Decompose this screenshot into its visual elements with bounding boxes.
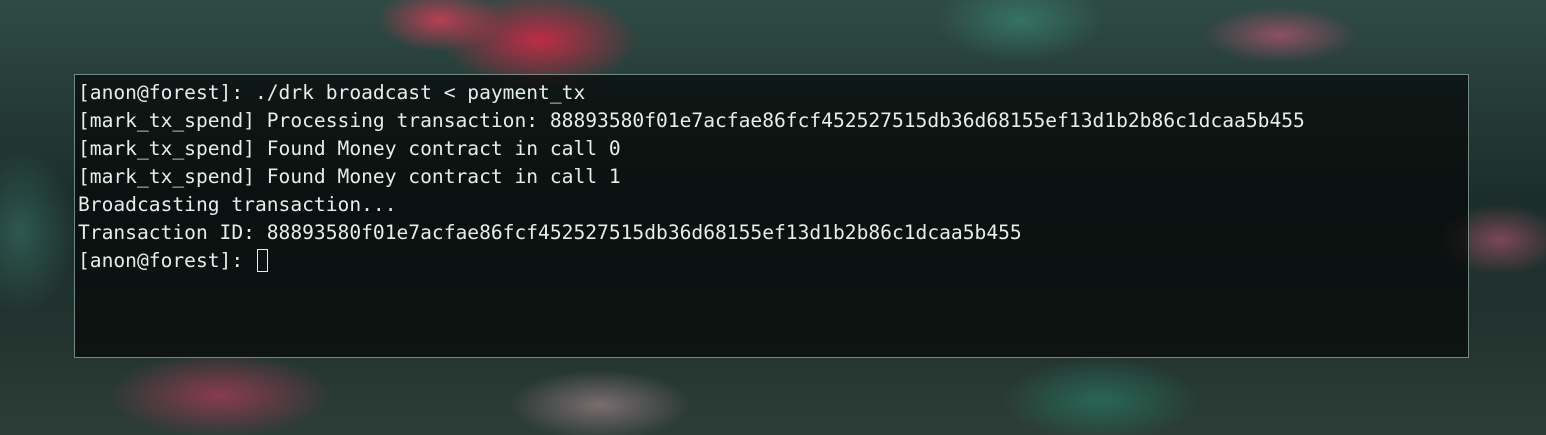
text-cursor[interactable] (256, 249, 268, 272)
terminal-window[interactable]: [anon@forest]: ./drk broadcast < payment… (74, 74, 1469, 358)
terminal-output-line: Transaction ID: 88893580f01e7acfae86fcf4… (78, 221, 1022, 244)
terminal-prompt-line[interactable]: [anon@forest]: (78, 247, 1468, 275)
terminal-output-line: [mark_tx_spend] Found Money contract in … (78, 137, 621, 160)
terminal-output-line: [mark_tx_spend] Processing transaction: … (78, 109, 1305, 132)
terminal-output-line: Broadcasting transaction... (78, 193, 397, 216)
terminal-output-line: [mark_tx_spend] Found Money contract in … (78, 165, 621, 188)
terminal-output-line: [anon@forest]: ./drk broadcast < payment… (78, 81, 586, 104)
shell-prompt: [anon@forest]: (78, 249, 255, 272)
